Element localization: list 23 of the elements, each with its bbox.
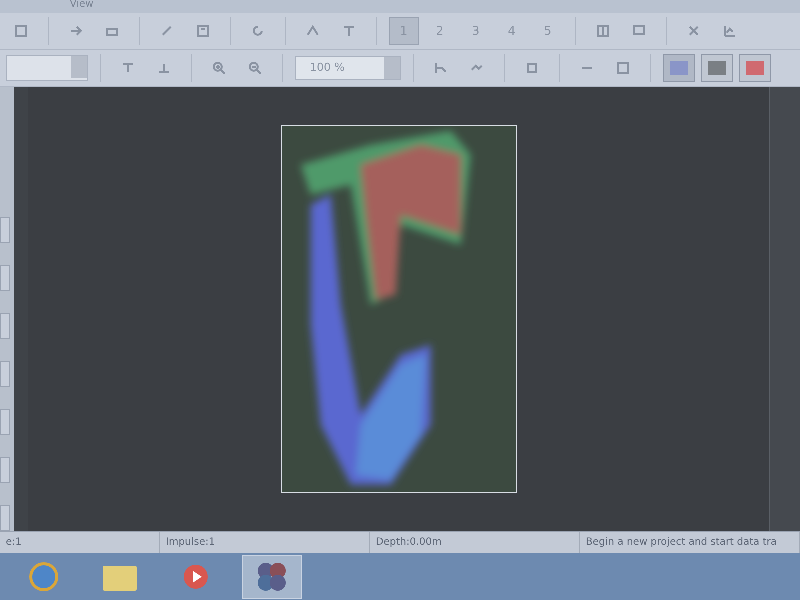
globe-icon [28, 560, 60, 593]
status-text: e:1 [6, 536, 22, 548]
side-button[interactable] [0, 216, 10, 243]
page-tab[interactable]: 2 [425, 16, 455, 45]
side-button[interactable] [0, 456, 10, 483]
page-tab[interactable]: 4 [497, 16, 527, 45]
side-button[interactable] [0, 360, 10, 387]
page-tab[interactable]: 5 [533, 16, 563, 45]
side-button[interactable] [0, 504, 10, 531]
side-button[interactable] [0, 264, 10, 291]
side-button[interactable] [0, 408, 10, 435]
status-text: Impulse:1 [166, 536, 216, 548]
page-tab[interactable]: 3 [461, 16, 491, 45]
zoom-field[interactable]: 100 % [295, 56, 401, 80]
side-button[interactable] [0, 312, 10, 339]
color-button[interactable] [701, 54, 733, 82]
color-button[interactable] [663, 54, 695, 82]
status-text: Begin a new project and start data tra [586, 536, 778, 548]
play-icon [183, 564, 209, 590]
dropdown[interactable] [6, 54, 88, 81]
taskbar-button[interactable] [242, 554, 302, 599]
color-button[interactable] [739, 54, 771, 82]
status-text: Depth:0.00m [376, 536, 442, 548]
